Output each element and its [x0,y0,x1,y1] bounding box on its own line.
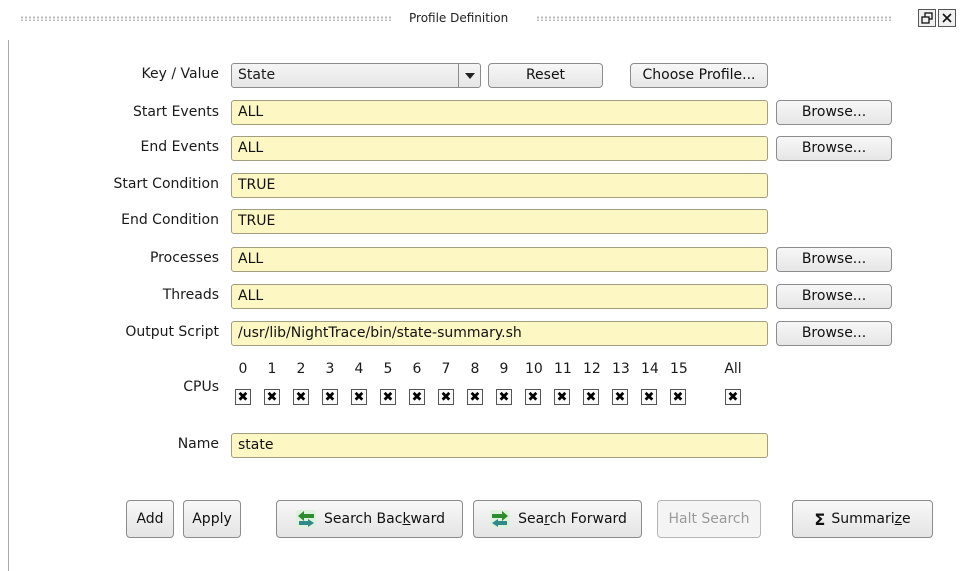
cpu-number-label: 13 [612,361,630,377]
processes-label: Processes [149,250,219,266]
cpu-number-label: 15 [670,361,688,377]
restore-window-icon[interactable] [918,9,936,27]
cpu-number-label: 0 [238,361,248,377]
cpu-all-label: All [724,361,742,377]
start-events-field[interactable]: ALL [231,100,768,125]
cpu-checkbox[interactable]: ✖ [293,389,309,405]
threads-browse-button[interactable]: Browse... [776,284,892,309]
cpu-number-label: 10 [525,361,543,377]
name-field[interactable]: state [231,433,768,458]
cpu-checkbox[interactable]: ✖ [554,389,570,405]
add-button[interactable]: Add [126,500,174,538]
cpu-checkbox[interactable]: ✖ [380,389,396,405]
cpu-checkbox[interactable]: ✖ [641,389,657,405]
processes-browse-button[interactable]: Browse... [776,247,892,272]
cpu-checkbox[interactable]: ✖ [351,389,367,405]
summarize-button[interactable]: Σ Summarize [792,500,933,538]
choose-profile-button[interactable]: Choose Profile... [630,63,768,88]
end-events-browse-button[interactable]: Browse... [776,136,892,161]
cpu-number-label: 8 [470,361,480,377]
cpu-number-label: 12 [583,361,601,377]
halt-search-label: Halt Search [668,511,750,527]
summarize-label: Summarize [831,511,911,527]
output-script-browse-button[interactable]: Browse... [776,321,892,346]
search-backward-label: Search Backward [324,511,445,527]
add-button-label: Add [136,511,164,527]
title-bar[interactable]: Profile Definition [0,0,960,40]
processes-field[interactable]: ALL [231,247,768,272]
cpu-checkbox[interactable]: ✖ [612,389,628,405]
cpu-number-label: 3 [325,361,335,377]
cpus-label: CPUs [183,379,219,395]
window-title: Profile Definition [409,11,509,25]
output-script-label: Output Script [125,324,219,340]
apply-button[interactable]: Apply [183,500,241,538]
start-events-browse-button[interactable]: Browse... [776,100,892,125]
chevron-down-icon[interactable] [458,64,480,87]
title-grip-right [536,16,892,21]
start-condition-field[interactable]: TRUE [231,173,768,198]
end-condition-field[interactable]: TRUE [231,209,768,234]
end-condition-label: End Condition [121,212,219,228]
cpu-checkbox[interactable]: ✖ [496,389,512,405]
cpu-checkbox[interactable]: ✖ [670,389,686,405]
cpu-number-label: 7 [441,361,451,377]
halt-search-button[interactable]: Halt Search [657,500,761,538]
threads-field[interactable]: ALL [231,284,768,309]
title-grip-left [20,16,392,21]
end-events-label: End Events [140,139,219,155]
start-events-label: Start Events [132,104,219,120]
apply-button-label: Apply [192,511,232,527]
cpu-checkbox[interactable]: ✖ [467,389,483,405]
reset-button[interactable]: Reset [488,63,603,88]
cpu-checkbox[interactable]: ✖ [235,389,251,405]
cpu-checkbox[interactable]: ✖ [583,389,599,405]
cpu-number-label: 11 [554,361,572,377]
cpu-number-label: 1 [267,361,277,377]
cpu-number-label: 14 [641,361,659,377]
cpu-checkbox[interactable]: ✖ [322,389,338,405]
profile-definition-panel: Key / Value State Reset Choose Profile..… [8,40,960,571]
output-script-field[interactable]: /usr/lib/NightTrace/bin/state-summary.sh [231,321,768,346]
search-forward-button[interactable]: Search Forward [473,500,642,538]
name-label: Name [177,436,219,452]
key-value-combo[interactable]: State [231,63,481,88]
cpu-checkbox[interactable]: ✖ [438,389,454,405]
search-backward-button[interactable]: Search Backward [276,500,463,538]
search-backward-icon [296,510,316,528]
search-forward-label: Search Forward [518,511,627,527]
cpu-number-label: 5 [383,361,393,377]
end-events-field[interactable]: ALL [231,136,768,161]
cpu-checkbox[interactable]: ✖ [525,389,541,405]
cpu-all-checkbox[interactable]: ✖ [725,389,741,405]
cpu-number-label: 6 [412,361,422,377]
threads-label: Threads [162,287,219,303]
sigma-icon: Σ [814,509,826,529]
cpu-number-label: 2 [296,361,306,377]
cpu-checkbox[interactable]: ✖ [409,389,425,405]
close-window-icon[interactable] [938,9,956,27]
key-value-label: Key / Value [141,66,219,82]
start-condition-label: Start Condition [113,176,219,192]
search-forward-icon [490,510,511,528]
cpu-number-label: 9 [499,361,509,377]
key-value-selected: State [238,67,276,83]
cpu-number-label: 4 [354,361,364,377]
cpu-checkbox[interactable]: ✖ [264,389,280,405]
